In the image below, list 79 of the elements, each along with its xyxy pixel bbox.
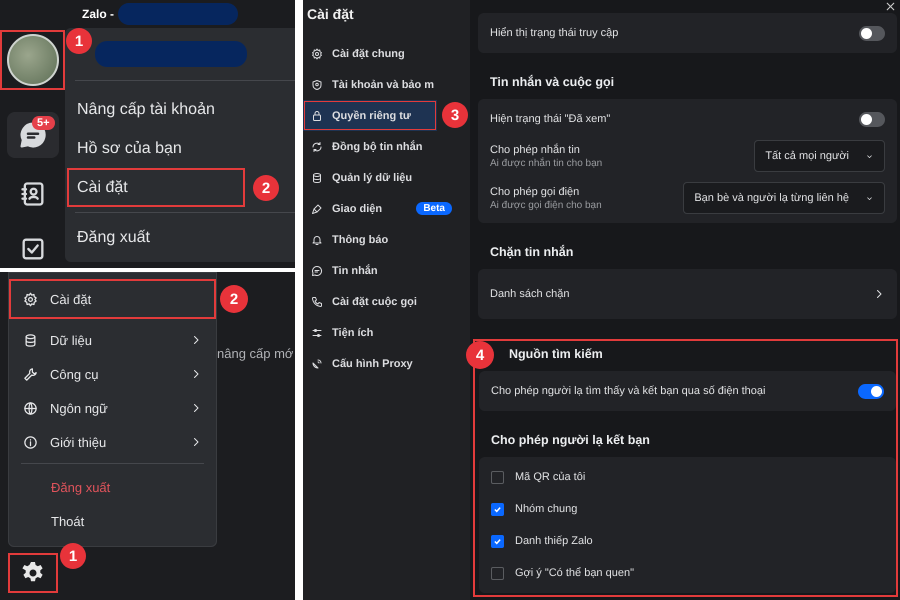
toggle-switch[interactable]: [859, 26, 885, 40]
checkbox-label: Gợi ý "Có thể bạn quen": [515, 567, 634, 579]
setting-hint: Ai được nhắn tin cho bạn: [490, 158, 602, 168]
wrench-icon: [23, 366, 38, 382]
check-icon: [493, 504, 502, 514]
menu-item[interactable]: Đăng xuất: [9, 470, 216, 504]
menu-item[interactable]: Cài đặt: [9, 279, 216, 319]
menu-item[interactable]: Hồ sơ của bạn: [65, 129, 295, 168]
menu-item[interactable]: Đăng xuất: [65, 218, 295, 257]
checkbox[interactable]: [491, 566, 504, 580]
section-title: Tin nhắn và cuộc gọi: [489, 74, 616, 91]
settings-button[interactable]: [8, 553, 58, 593]
setting-label: Cho phép nhắn tin: [490, 144, 581, 156]
setting-label: Cho phép người lạ tìm thấy và kết bạn qua số điện thoại: [491, 385, 766, 397]
satellite-icon: [311, 358, 323, 370]
sidebar-item[interactable]: Quản lý dữ liệu: [303, 162, 470, 193]
step-number: 2: [220, 285, 248, 313]
shield-icon: [311, 78, 323, 90]
bell-icon: [311, 234, 323, 246]
brush-icon: [311, 202, 323, 214]
checkbox-label: Mã QR của tôi: [515, 471, 586, 483]
unread-badge: 5+: [32, 116, 54, 130]
checkbox[interactable]: [491, 470, 504, 484]
gear-icon: [23, 292, 38, 306]
close-icon: [884, 0, 897, 13]
chat-icon: [311, 264, 323, 276]
gear-icon: [311, 48, 323, 60]
sidebar-item[interactable]: Cài đặt chung: [303, 38, 470, 69]
sync-icon: [311, 140, 323, 152]
section-title: Nguồn tìm kiếm: [508, 346, 604, 363]
info-icon: [23, 434, 38, 450]
sidebar-item[interactable]: Giao diện Beta: [303, 193, 470, 224]
menu-item[interactable]: Dữ liệu: [9, 323, 216, 357]
avatar-photo: [6, 34, 58, 86]
phone-icon: [311, 296, 323, 308]
setting-hint: Ai được gọi điện cho bạn: [490, 200, 602, 210]
settings-title: Cài đặt: [306, 5, 355, 24]
dropdown[interactable]: Tất cả mọi người: [754, 140, 885, 172]
toggle-switch[interactable]: [858, 384, 884, 398]
setting-label: Cho phép gọi điện: [490, 186, 580, 198]
step-number: 2: [253, 175, 279, 201]
avatar-button[interactable]: [0, 30, 65, 90]
background-text: nâng cấp mớ: [217, 346, 294, 361]
sidebar-item[interactable]: Đồng bộ tin nhắn: [303, 131, 470, 162]
checkbox-label: Nhóm chung: [515, 503, 578, 515]
checkbox[interactable]: [491, 502, 504, 516]
menu-item[interactable]: Công cụ: [9, 357, 216, 391]
menu-item[interactable]: Giới thiệu: [9, 425, 216, 459]
sidebar-item[interactable]: Tài khoản và bảo m: [303, 69, 470, 100]
window-title: Zalo -: [82, 7, 114, 21]
database-icon: [23, 332, 38, 348]
checkbox-label: Danh thiếp Zalo: [515, 535, 593, 547]
dropdown[interactable]: Bạn bè và người lạ từng liên hệ: [683, 182, 885, 214]
beta-badge: Beta: [416, 202, 452, 215]
list-link[interactable]: Danh sách chặn: [478, 273, 897, 315]
sidebar-item[interactable]: Cài đặt cuộc gọi: [303, 286, 470, 317]
lock-icon: [311, 110, 323, 122]
sidebar-item[interactable]: Tin nhắn: [303, 255, 470, 286]
toggle-switch[interactable]: [859, 112, 885, 126]
step-number: 1: [60, 543, 86, 569]
step-number: 3: [442, 102, 468, 128]
sidebar-item[interactable]: Quyền riêng tư: [303, 100, 437, 131]
menu-item[interactable]: Nâng cấp tài khoản: [65, 90, 295, 129]
menu-item[interactable]: Cài đặt: [67, 168, 245, 207]
chat-button[interactable]: 5+: [6, 112, 58, 158]
setting-label: Hiển thị trạng thái truy cập: [490, 27, 618, 39]
setting-label: Hiện trạng thái "Đã xem": [490, 113, 610, 125]
database-icon: [311, 172, 323, 184]
section-title: Chặn tin nhắn: [489, 244, 574, 261]
section-title: Cho phép người lạ kết bạn: [490, 432, 651, 449]
step-number: 4: [466, 341, 494, 369]
menu-item[interactable]: Ngôn ngữ: [9, 391, 216, 425]
menu-item[interactable]: Thoát: [9, 504, 216, 538]
globe-icon: [23, 400, 38, 416]
sidebar-item[interactable]: Thông báo: [303, 224, 470, 255]
sliders-icon: [311, 326, 323, 338]
contacts-icon: [18, 180, 46, 208]
check-icon: [493, 536, 502, 546]
checkbox[interactable]: [491, 534, 504, 548]
